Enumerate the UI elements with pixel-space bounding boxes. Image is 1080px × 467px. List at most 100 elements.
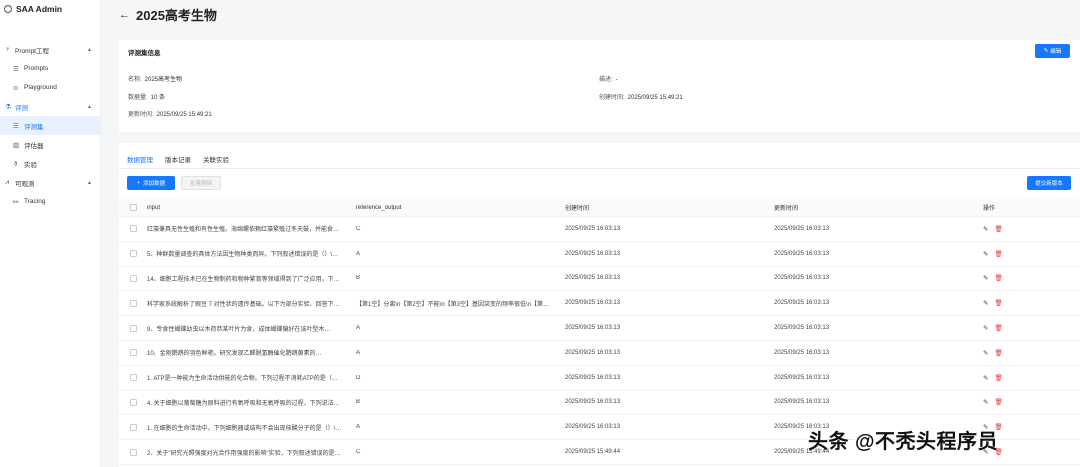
add-data-button[interactable]: + 添加数据 — [127, 176, 175, 190]
sidebar-item-tracing[interactable]: ⚯ Tracing — [0, 192, 100, 211]
cell-ops: ✎ 🗑 — [983, 225, 1063, 233]
edit-icon: ✎ — [1043, 48, 1049, 54]
arrow-left-icon[interactable]: ← — [119, 9, 130, 21]
batch-delete-button[interactable]: 批量删除 — [181, 176, 221, 190]
trash-icon[interactable]: 🗑 — [994, 274, 1002, 282]
cell-created: 2025/09/25 16:03:13 — [565, 349, 621, 356]
row-checkbox[interactable] — [129, 324, 137, 332]
edit-icon[interactable]: ✎ — [983, 349, 988, 357]
edit-icon[interactable]: ✎ — [983, 299, 988, 307]
row-select-cell — [119, 299, 147, 307]
nav-group-eval[interactable]: ⚗ 评测 ▲ — [0, 97, 100, 116]
tabs-divider — [119, 168, 1080, 169]
trash-icon[interactable]: 🗑 — [994, 374, 1002, 382]
table-row[interactable]: 1. ATP是一种能为生命活动供能的化合物。下列过程不消耗ATP的是（… D 202… — [119, 366, 1080, 391]
info-count-value: 10 条 — [150, 95, 166, 101]
table-row[interactable]: 科学家系统解析了豌豆 7 对性状的遗传基础。以下为部分实验、回答下… 【第1空】分… — [119, 291, 1080, 317]
trash-icon[interactable]: 🗑 — [994, 250, 1002, 258]
cell-created: 2025/09/25 16:03:13 — [565, 275, 621, 282]
sidebar-item-playground[interactable]: ⊙ Playground — [0, 78, 100, 97]
cell-input: 4. 关于细胞以葡萄糖为原料进行有氧呼吸和无氧呼吸的过程，下列说法… — [147, 400, 340, 407]
cell-created: 2025/09/25 16:03:13 — [565, 424, 621, 431]
trash-icon[interactable]: 🗑 — [994, 349, 1002, 357]
row-select-cell — [119, 423, 147, 431]
select-all-checkbox[interactable] — [129, 204, 137, 211]
page-title: 2025高考生物 — [136, 8, 217, 23]
row-select-cell — [119, 448, 147, 456]
edit-icon[interactable]: ✎ — [983, 225, 988, 233]
cell-input: 14、细胞工程技术已在生物制药和物种繁育等领域得到了广泛应用。下… — [147, 276, 340, 283]
tab-related-experiments[interactable]: 关联实验 — [203, 154, 229, 169]
row-checkbox[interactable] — [129, 250, 137, 258]
line-chart-icon: ⩘ — [5, 178, 9, 186]
row-checkbox[interactable] — [129, 374, 137, 382]
cell-created: 2025/09/25 16:03:13 — [565, 250, 621, 257]
flask-icon: ⚗ — [5, 103, 12, 111]
cell-updated: 2025/09/25 16:03:13 — [774, 250, 830, 257]
row-select-cell — [119, 398, 147, 406]
cell-reference-output: D — [356, 374, 361, 381]
row-select-cell — [119, 324, 147, 332]
row-checkbox[interactable] — [129, 274, 137, 282]
chevron-up-icon: ▲ — [87, 103, 92, 110]
tab-version-history[interactable]: 版本记录 — [165, 154, 191, 169]
cell-reference-output: C — [356, 449, 361, 456]
table-header: input reference_output 创建时间 更新时间 操作 — [119, 199, 1080, 217]
trash-icon[interactable]: 🗑 — [994, 398, 1002, 406]
chevron-up-icon: ▲ — [87, 46, 92, 53]
row-checkbox[interactable] — [129, 299, 137, 307]
plus-icon: + — [136, 180, 141, 186]
cell-updated: 2025/09/25 16:03:13 — [774, 349, 830, 356]
row-checkbox[interactable] — [129, 349, 137, 357]
cell-input: 红藻兼具无性生殖和有性生殖。海绵螺依赖红藻繁殖过冬天鼓，并能食… — [147, 227, 340, 234]
row-checkbox[interactable] — [129, 448, 137, 456]
row-checkbox[interactable] — [129, 423, 137, 431]
row-select-cell — [119, 349, 147, 357]
sidebar-item-experiments[interactable]: ⚱ 实验 — [0, 154, 100, 173]
table-row[interactable]: 5、种群数量调查的具体方法因生物种类而异。下列叙述错误的是（）\… A 2025/0… — [119, 242, 1080, 267]
edit-button-label: 编辑 — [1050, 49, 1062, 55]
info-updated: 更新时间: 2025/09/25 15:49:21 — [128, 109, 212, 118]
table-row[interactable]: 4. 关于细胞以葡萄糖为原料进行有氧呼吸和无氧呼吸的过程，下列说法… B 2025/… — [119, 391, 1080, 416]
sidebar-item-prompts[interactable]: ☰ Prompts — [0, 59, 100, 78]
select-all-cell — [119, 204, 147, 211]
cell-reference-output: 【第1空】分离\n【第2空】不能\n【第3空】基因突变的频率很低\n【第… — [356, 301, 550, 308]
sidebar: SAA Admin ♀ Prompt工程 ▲ ☰ Prompts ⊙ Playg… — [0, 0, 101, 467]
play-circle-icon: ⊙ — [13, 84, 19, 92]
edit-icon[interactable]: ✎ — [983, 398, 988, 406]
tab-data-management[interactable]: 数据管理 — [127, 154, 153, 169]
edit-icon[interactable]: ✎ — [983, 250, 988, 258]
info-desc-value: - — [615, 77, 618, 83]
row-select-cell — [119, 225, 147, 233]
cell-ops: ✎ 🗑 — [983, 324, 1063, 332]
table-row[interactable]: 14、细胞工程技术已在生物制药和物种繁育等领域得到了广泛应用。下… B 2025/0… — [119, 267, 1080, 292]
sidebar-item-evaluators[interactable]: ▥ 评估器 — [0, 135, 100, 154]
info-created-label: 创建时间: — [599, 95, 625, 101]
info-count: 数据量: 10 条 — [128, 92, 165, 101]
submit-version-button[interactable]: 提交新版本 — [1027, 176, 1071, 190]
table-row[interactable]: 红藻兼具无性生殖和有性生殖。海绵螺依赖红藻繁殖过冬天鼓，并能食… C 2025/09… — [119, 217, 1080, 242]
nav-group-observability[interactable]: ⩘ 可观测 ▲ — [0, 173, 100, 192]
nav-group-label: Prompt工程 — [15, 47, 49, 55]
edit-button[interactable]: ✎ 编辑 — [1035, 44, 1070, 58]
edit-icon[interactable]: ✎ — [983, 374, 988, 382]
row-checkbox[interactable] — [129, 225, 137, 233]
trash-icon[interactable]: 🗑 — [994, 324, 1002, 332]
edit-icon[interactable]: ✎ — [983, 324, 988, 332]
brand[interactable]: SAA Admin — [0, 0, 100, 18]
edit-icon[interactable]: ✎ — [983, 274, 988, 282]
list-icon: ☰ — [13, 122, 19, 130]
nav-group-prompt[interactable]: ♀ Prompt工程 ▲ — [0, 40, 100, 59]
cell-reference-output: C — [356, 225, 361, 232]
table-row[interactable]: 10、金刚鹦鹉的羽色鲜艳。研究发现乙醛脱氢酶催化鹦鹉黄素的… A 2025/09/2… — [119, 341, 1080, 366]
cell-reference-output: A — [356, 250, 361, 257]
cell-created: 2025/09/25 16:03:13 — [565, 399, 621, 406]
trash-icon[interactable]: 🗑 — [994, 225, 1002, 233]
cell-updated: 2025/09/25 16:03:13 — [774, 374, 830, 381]
cell-ops: ✎ 🗑 — [983, 274, 1063, 282]
trash-icon[interactable]: 🗑 — [994, 299, 1002, 307]
row-checkbox[interactable] — [129, 398, 137, 406]
cell-ops: ✎ 🗑 — [983, 299, 1063, 307]
sidebar-item-eval-sets[interactable]: ☰ 评测集 — [0, 116, 100, 135]
table-row[interactable]: 9、专食性蝴蝶幼虫以木荷恭某叶片为食，成体蝴蝶偏好在该叶型木… A 2025/09/… — [119, 316, 1080, 341]
